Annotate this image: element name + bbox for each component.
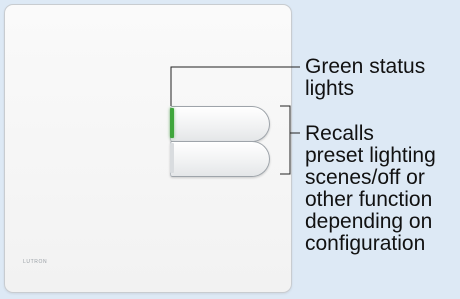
buttons-leader-bracket — [280, 105, 291, 175]
status-lights-leader-line — [170, 66, 300, 106]
callout-recalls-scenes: Recalls preset lighting scenes/off or ot… — [305, 122, 436, 255]
callout-green-status-lights: Green status lights — [305, 55, 426, 100]
